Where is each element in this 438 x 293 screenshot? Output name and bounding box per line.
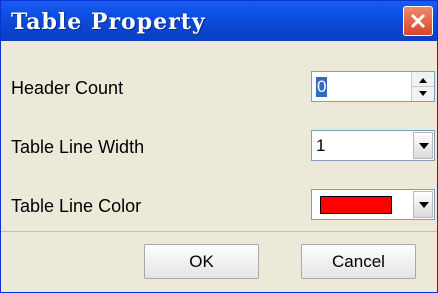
line-width-value: 1 (316, 136, 326, 155)
chevron-down-icon (419, 202, 429, 208)
table-property-dialog: Table Property Header Count 0 Table Line… (0, 0, 438, 293)
header-count-value[interactable]: 0 (316, 77, 328, 97)
line-color-label: Table Line Color (11, 196, 142, 216)
arrow-down-icon (419, 91, 427, 96)
chevron-down-icon (419, 143, 429, 149)
title-bar[interactable]: Table Property (1, 1, 437, 41)
spinner-up-button[interactable] (412, 72, 434, 87)
line-width-label: Table Line Width (11, 137, 145, 157)
close-icon (410, 13, 426, 29)
line-width-dropdown-button[interactable] (413, 132, 433, 159)
dialog-title: Table Property (11, 9, 206, 35)
header-count-spinner[interactable]: 0 (311, 71, 435, 102)
button-bar: OK Cancel (1, 231, 437, 293)
color-swatch (320, 196, 392, 214)
spinner-buttons (411, 72, 434, 101)
cancel-button[interactable]: Cancel (301, 244, 416, 279)
line-color-select[interactable] (311, 189, 435, 220)
line-color-dropdown-button[interactable] (413, 191, 433, 218)
ok-button[interactable]: OK (144, 244, 259, 279)
spinner-down-button[interactable] (412, 87, 434, 101)
arrow-up-icon (419, 78, 427, 83)
header-count-label: Header Count (11, 78, 124, 98)
dialog-body: Header Count 0 Table Line Width 1 Table … (1, 41, 437, 292)
close-button[interactable] (403, 6, 433, 36)
line-width-select[interactable]: 1 (311, 130, 435, 161)
